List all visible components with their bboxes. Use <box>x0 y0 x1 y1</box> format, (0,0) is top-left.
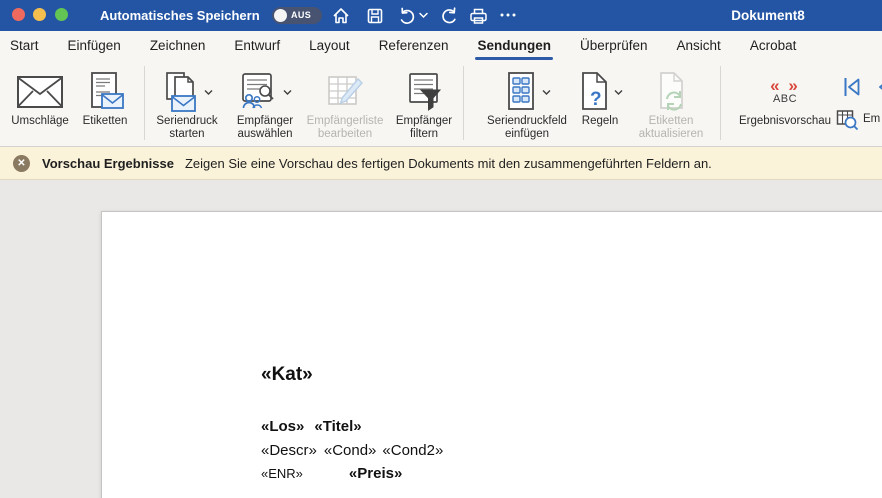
home-button[interactable] <box>331 6 351 26</box>
merge-field-line-3: «ENR» «Preis» <box>261 465 402 482</box>
etiketten-button[interactable]: Etiketten <box>70 69 140 128</box>
previous-record-button[interactable] <box>874 76 882 103</box>
tab-acrobat[interactable]: Acrobat <box>750 31 797 61</box>
empfaenger-auswaehlen-button[interactable]: Empfänger auswählen <box>225 69 305 141</box>
merge-field-kat: «Kat» <box>261 364 313 386</box>
etiketten-aktualisieren-label: Etiketten aktualisieren <box>630 115 712 141</box>
infobar-message: Zeigen Sie eine Vorschau des fertigen Do… <box>185 156 712 171</box>
tab-zeichnen[interactable]: Zeichnen <box>150 31 206 61</box>
close-window-button[interactable] <box>12 8 25 21</box>
ellipsis-icon <box>499 8 517 22</box>
tab-referenzen[interactable]: Referenzen <box>379 31 449 61</box>
word-window: Automatisches Speichern AUS Dokument8 St <box>0 0 882 498</box>
tab-ansicht[interactable]: Ansicht <box>677 31 721 61</box>
dismiss-infobar-icon[interactable]: ✕ <box>13 155 30 172</box>
empfaenger-suchen-button[interactable]: Em <box>836 108 880 131</box>
dropdown-chevron-icon <box>614 89 623 96</box>
empfaenger-filtern-button[interactable]: Empfänger filtern <box>385 69 463 141</box>
merge-field-enr: «ENR» <box>261 466 303 481</box>
dropdown-chevron-icon <box>204 89 213 96</box>
ergebnisvorschau-button[interactable]: « » ABC Ergebnisvorschau <box>726 69 844 128</box>
ribbon: Umschläge Etiketten Seriendruck starten … <box>0 61 882 147</box>
tab-einfuegen[interactable]: Einfügen <box>68 31 121 61</box>
toggle-knob-icon <box>274 9 287 22</box>
empfaenger-filtern-label: Empfänger filtern <box>385 115 463 141</box>
autosave-toggle[interactable]: AUS <box>272 7 322 24</box>
zoom-window-button[interactable] <box>55 8 68 21</box>
insert-merge-field-icon <box>503 72 539 112</box>
redo-icon <box>439 6 459 26</box>
empfaengerliste-bearbeiten-button: Empfängerliste bearbeiten <box>303 69 387 141</box>
more-toolbar-button[interactable] <box>499 8 519 28</box>
find-recipient-icon <box>836 108 859 131</box>
merge-field-los: «Los» <box>261 418 304 435</box>
ergebnisvorschau-label: Ergebnisvorschau <box>726 115 844 128</box>
merge-field-cond: «Cond» <box>324 442 377 459</box>
ribbon-separator <box>144 66 145 140</box>
undo-button[interactable] <box>397 6 417 26</box>
autosave-state: AUS <box>291 7 311 24</box>
update-labels-icon <box>654 72 688 112</box>
empfaenger-suchen-label: Em <box>863 113 880 126</box>
dropdown-chevron-icon <box>542 89 551 96</box>
seriendruck-starten-label: Seriendruck starten <box>147 115 227 141</box>
seriendruckfeld-einfuegen-button[interactable]: Seriendruckfeld einfügen <box>468 69 586 141</box>
tab-entwurf[interactable]: Entwurf <box>234 31 280 61</box>
filter-recipients-icon <box>404 72 444 112</box>
first-record-button[interactable] <box>843 76 861 103</box>
seriendruckfeld-einfuegen-label: Seriendruckfeld einfügen <box>468 115 586 141</box>
start-mail-merge-icon <box>161 71 201 113</box>
autosave-label: Automatisches Speichern <box>100 0 260 31</box>
etiketten-aktualisieren-button: Etiketten aktualisieren <box>630 69 712 141</box>
titlebar: Automatisches Speichern AUS Dokument8 <box>0 0 882 31</box>
preview-results-icon: « » <box>770 79 800 93</box>
regeln-button[interactable]: ? Regeln <box>570 69 630 128</box>
document-title: Dokument8 <box>698 0 838 31</box>
edit-recipient-list-icon <box>324 72 366 112</box>
undo-icon <box>397 6 417 26</box>
document-page[interactable]: «Kat» «Los»«Titel» «Descr»«Cond»«Cond2» … <box>101 211 882 498</box>
merge-field-line-1: «Los» «Titel» <box>261 418 362 435</box>
tab-sendungen[interactable]: Sendungen <box>477 31 551 61</box>
print-icon <box>468 6 489 26</box>
previous-record-icon <box>874 76 882 98</box>
merge-field-preis: «Preis» <box>349 465 402 482</box>
labels-icon <box>85 72 125 112</box>
undo-dropdown-chevron-icon[interactable] <box>419 12 439 32</box>
rules-icon: ? <box>577 72 611 112</box>
regeln-label: Regeln <box>570 115 630 128</box>
umschlaege-label: Umschläge <box>2 115 78 128</box>
redo-button[interactable] <box>439 6 459 26</box>
etiketten-label: Etiketten <box>70 115 140 128</box>
tab-start[interactable]: Start <box>10 31 39 61</box>
merge-field-descr: «Descr» <box>261 442 317 459</box>
empfaenger-auswaehlen-label: Empfänger auswählen <box>225 115 305 141</box>
infobar-title: Vorschau Ergebnisse <box>42 156 174 171</box>
save-button[interactable] <box>365 6 385 26</box>
select-recipients-icon <box>238 72 280 112</box>
document-area: «Kat» «Los»«Titel» «Descr»«Cond»«Cond2» … <box>0 180 882 498</box>
svg-text:?: ? <box>590 89 602 110</box>
ribbon-tab-bar: Start Einfügen Zeichnen Entwurf Layout R… <box>0 31 882 61</box>
umschlaege-button[interactable]: Umschläge <box>2 69 78 128</box>
tab-layout[interactable]: Layout <box>309 31 350 61</box>
minimize-window-button[interactable] <box>33 8 46 21</box>
merge-field-line-2: «Descr» «Cond» «Cond2» <box>261 442 443 459</box>
tab-ueberpruefen[interactable]: Überprüfen <box>580 31 648 61</box>
home-icon <box>331 6 351 26</box>
first-record-icon <box>843 76 861 98</box>
merge-field-cond2: «Cond2» <box>382 442 443 459</box>
ribbon-separator <box>463 66 464 140</box>
preview-results-infobar: ✕ Vorschau Ergebnisse Zeigen Sie eine Vo… <box>0 147 882 180</box>
envelope-icon <box>17 76 63 108</box>
ribbon-separator <box>720 66 721 140</box>
dropdown-chevron-icon <box>283 89 292 96</box>
print-button[interactable] <box>468 6 488 26</box>
seriendruck-starten-button[interactable]: Seriendruck starten <box>147 69 227 141</box>
abc-icon-text: ABC <box>773 93 797 105</box>
empfaengerliste-bearbeiten-label: Empfängerliste bearbeiten <box>303 115 387 141</box>
save-icon <box>365 6 385 26</box>
merge-field-titel: «Titel» <box>314 418 361 435</box>
